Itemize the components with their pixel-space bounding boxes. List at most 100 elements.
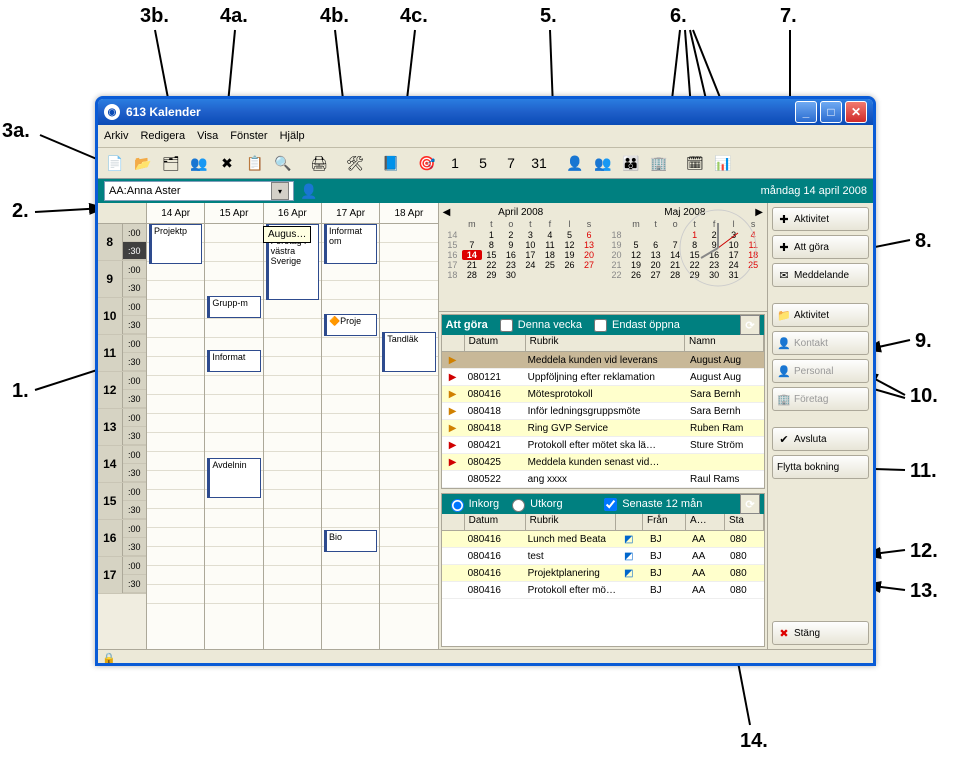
- btn-personal[interactable]: 👤Personal: [772, 359, 869, 383]
- appointment[interactable]: Tandläk: [382, 332, 435, 372]
- schedule-header: 14 Apr 15 Apr 16 Apr 17 Apr 18 Apr: [98, 203, 438, 224]
- tool-view1-icon[interactable]: 🗓: [682, 150, 708, 176]
- tool-delete-icon[interactable]: ✖: [214, 150, 240, 176]
- tool-settings-icon[interactable]: 🛠: [342, 150, 368, 176]
- appointment[interactable]: Grupp-m: [207, 296, 260, 318]
- appointment[interactable]: Avdelnin: [207, 458, 260, 498]
- appointment[interactable]: 🔶Proje: [324, 314, 377, 336]
- todo-row[interactable]: ▶080425Meddela kunden senast vid…: [442, 454, 764, 471]
- minical-april[interactable]: ◀April 2008mtotfls1412345615789101112131…: [443, 207, 599, 307]
- menu-arkiv[interactable]: Arkiv: [104, 130, 128, 142]
- toolbar: 📄 📂 🗂 👥 ✖ 📋 🔍 🖨 🛠 📘 🎯 1 5 7 31 👤 👥 👪 🏢 🗓…: [98, 148, 873, 179]
- todo-row[interactable]: ▶Meddela kunden vid leveransAugust Aug: [442, 352, 764, 369]
- menu-hjalp[interactable]: Hjälp: [280, 130, 305, 142]
- tool-group2-icon[interactable]: 👥: [590, 150, 616, 176]
- btn-flytta[interactable]: Flytta bokning: [772, 455, 869, 479]
- annot-11: 11.: [910, 460, 937, 483]
- appointment[interactable]: Informat: [207, 350, 260, 372]
- tool-day31-icon[interactable]: 31: [526, 150, 552, 176]
- tool-print-icon[interactable]: 🖨: [306, 150, 332, 176]
- tool-view2-icon[interactable]: 📊: [710, 150, 736, 176]
- annot-1: 1.: [12, 380, 29, 403]
- btn-avsluta[interactable]: ✔Avsluta: [772, 427, 869, 451]
- day-header[interactable]: 17 Apr: [321, 203, 379, 223]
- tool-kont-icon[interactable]: 🔍: [270, 150, 296, 176]
- mail-in-radio[interactable]: Inkorg: [446, 496, 500, 512]
- person-icon: 👤: [777, 365, 791, 378]
- mail-refresh-icon[interactable]: ⟳: [740, 494, 760, 514]
- annot-4c: 4c.: [400, 5, 428, 28]
- btn-aktivitet-new[interactable]: ✚Aktivitet: [772, 207, 869, 231]
- btn-meddelande-new[interactable]: ✉Meddelande: [772, 263, 869, 287]
- schedule-body[interactable]: 8:00:309:00:3010:00:3011:00:3012:00:3013…: [98, 224, 438, 649]
- col-sta[interactable]: Sta: [725, 514, 764, 530]
- annot-5: 5.: [540, 5, 557, 28]
- btn-stang[interactable]: ✖Stäng: [772, 621, 869, 645]
- btn-attgora-new[interactable]: ✚Att göra: [772, 235, 869, 259]
- menu-visa[interactable]: Visa: [197, 130, 218, 142]
- tool-note-icon[interactable]: 📋: [242, 150, 268, 176]
- tool-group1-icon[interactable]: 👤: [562, 150, 588, 176]
- todo-chk-week[interactable]: Denna vecka: [496, 316, 582, 335]
- dropdown-arrow-icon[interactable]: ▾: [271, 182, 289, 200]
- close-button[interactable]: ✕: [845, 101, 867, 123]
- col-datum[interactable]: Datum: [465, 335, 526, 351]
- maximize-button[interactable]: □: [820, 101, 842, 123]
- tool-today-icon[interactable]: 🎯: [414, 150, 440, 176]
- btn-kontakt[interactable]: 👤Kontakt: [772, 331, 869, 355]
- todo-row[interactable]: ▶080421Protokoll efter mötet ska lä…Stur…: [442, 437, 764, 454]
- btn-foretag[interactable]: 🏢Företag: [772, 387, 869, 411]
- tool-day5-icon[interactable]: 5: [470, 150, 496, 176]
- btn-aktivitet-open[interactable]: 📁Aktivitet: [772, 303, 869, 327]
- tool-group3-icon[interactable]: 👪: [618, 150, 644, 176]
- tool-group4-icon[interactable]: 🏢: [646, 150, 672, 176]
- tool-day7-icon[interactable]: 7: [498, 150, 524, 176]
- col-namn[interactable]: Namn: [685, 335, 764, 351]
- mail-panel: Inkorg Utkorg Senaste 12 mån ⟳ Datum Rub…: [441, 493, 765, 647]
- todo-refresh-icon[interactable]: ⟳: [740, 315, 760, 335]
- day-header[interactable]: 16 Apr: [263, 203, 321, 223]
- todo-row[interactable]: ▶080418Inför ledningsgruppsmöteSara Bern…: [442, 403, 764, 420]
- user-select[interactable]: AA:Anna Aster ▾: [104, 181, 294, 201]
- day-header[interactable]: 15 Apr: [204, 203, 262, 223]
- day-header[interactable]: 18 Apr: [379, 203, 437, 223]
- statusbar: 🔒: [98, 649, 873, 666]
- tool-day1-icon[interactable]: 1: [442, 150, 468, 176]
- day-header[interactable]: 14 Apr: [146, 203, 204, 223]
- appointment[interactable]: Projektp: [149, 224, 202, 264]
- todo-row[interactable]: ▶080418Ring GVP ServiceRuben Ram: [442, 420, 764, 437]
- mail-out-radio[interactable]: Utkorg: [507, 496, 562, 512]
- appointment[interactable]: Informat om: [324, 224, 377, 264]
- todo-row[interactable]: ▶080416MötesprotokollSara Bernh: [442, 386, 764, 403]
- col-rubrik[interactable]: Rubrik: [526, 514, 616, 530]
- tool-folder-icon[interactable]: 🗂: [158, 150, 184, 176]
- todo-chk-open[interactable]: Endast öppna: [590, 316, 680, 335]
- tool-open-icon[interactable]: 📂: [130, 150, 156, 176]
- cal-prev-icon[interactable]: ◀: [443, 207, 451, 218]
- todo-row[interactable]: 080522ang xxxxRaul Rams: [442, 471, 764, 488]
- todo-row[interactable]: ▶080121Uppföljning efter reklamationAugu…: [442, 369, 764, 386]
- mail-row[interactable]: 080416Protokoll efter mö…BJAA080: [442, 582, 764, 599]
- presence-icon[interactable]: 👤: [300, 182, 318, 200]
- mail-rows[interactable]: 080416Lunch med Beata◩BJAA080080416test◩…: [442, 531, 764, 646]
- col-fran[interactable]: Från: [643, 514, 686, 530]
- todo-panel: Att göra Denna vecka Endast öppna ⟳ Datu…: [441, 314, 765, 489]
- mail-row[interactable]: 080416Lunch med Beata◩BJAA080: [442, 531, 764, 548]
- titlebar[interactable]: ◉ 613 Kalender _ □ ✕: [98, 99, 873, 125]
- todo-columns: Datum Rubrik Namn: [442, 335, 764, 352]
- tool-new-icon[interactable]: 📄: [102, 150, 128, 176]
- todo-rows[interactable]: ▶Meddela kunden vid leveransAugust Aug▶0…: [442, 352, 764, 488]
- col-datum[interactable]: Datum: [465, 514, 526, 530]
- appointment[interactable]: Bio: [324, 530, 377, 552]
- menu-fonster[interactable]: Fönster: [230, 130, 267, 142]
- minimize-button[interactable]: _: [795, 101, 817, 123]
- mail-row[interactable]: 080416test◩BJAA080: [442, 548, 764, 565]
- col-rubrik[interactable]: Rubrik: [526, 335, 685, 351]
- tool-adduser-icon[interactable]: 👥: [186, 150, 212, 176]
- col-a[interactable]: A…: [686, 514, 725, 530]
- mail-chk-12m[interactable]: Senaste 12 mån: [600, 495, 702, 514]
- mail-row[interactable]: 080416Projektplanering◩BJAA080: [442, 565, 764, 582]
- menu-redigera[interactable]: Redigera: [140, 130, 185, 142]
- annot-3a: 3a.: [2, 120, 30, 143]
- tool-book-icon[interactable]: 📘: [378, 150, 404, 176]
